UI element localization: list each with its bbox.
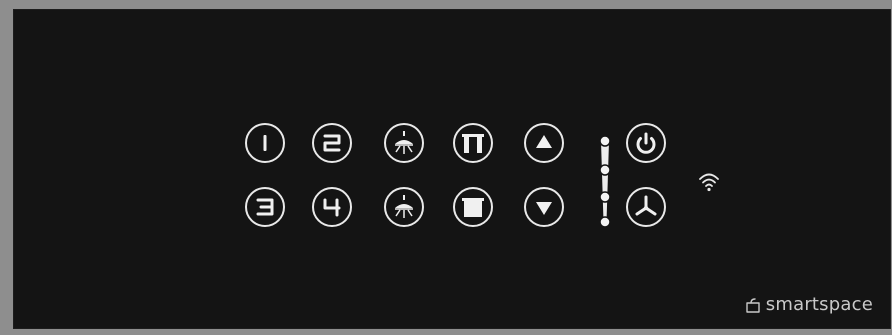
up-arrow-button[interactable] <box>524 123 564 163</box>
speed-1-icon <box>263 135 267 151</box>
speed-1-button[interactable] <box>245 123 285 163</box>
curtain-close-icon <box>462 198 484 217</box>
brand-logo: smartspace <box>744 294 873 315</box>
speed-4-icon <box>323 198 341 217</box>
light-button-bottom[interactable] <box>384 187 424 227</box>
curtain-open-button[interactable] <box>453 123 493 163</box>
slider-level-4[interactable] <box>599 216 611 228</box>
slider-level-1[interactable] <box>599 135 611 147</box>
slider-level-3[interactable] <box>599 191 611 203</box>
power-button[interactable] <box>626 123 666 163</box>
down-arrow-icon <box>536 202 552 215</box>
curtain-close-button[interactable] <box>453 187 493 227</box>
speed-3-button[interactable] <box>245 187 285 227</box>
smartspace-logo-icon <box>746 297 760 313</box>
fan-icon <box>635 195 657 216</box>
light-icon <box>395 195 413 218</box>
fan-button[interactable] <box>626 187 666 227</box>
speed-2-button[interactable] <box>312 123 352 163</box>
light-button-top[interactable] <box>384 123 424 163</box>
speed-3-icon <box>256 198 274 216</box>
wifi-icon <box>699 173 719 192</box>
control-panel: smartspace <box>13 9 891 329</box>
light-icon <box>395 131 413 154</box>
down-arrow-button[interactable] <box>524 187 564 227</box>
brand-name: smartspace <box>765 294 873 315</box>
speed-4-button[interactable] <box>312 187 352 227</box>
device-frame: smartspace <box>0 0 892 335</box>
up-arrow-icon <box>536 135 552 148</box>
slider-level-2[interactable] <box>599 164 611 176</box>
power-icon <box>636 132 656 154</box>
level-slider[interactable] <box>597 134 613 229</box>
speed-2-icon <box>323 134 341 152</box>
curtain-open-icon <box>462 134 484 153</box>
